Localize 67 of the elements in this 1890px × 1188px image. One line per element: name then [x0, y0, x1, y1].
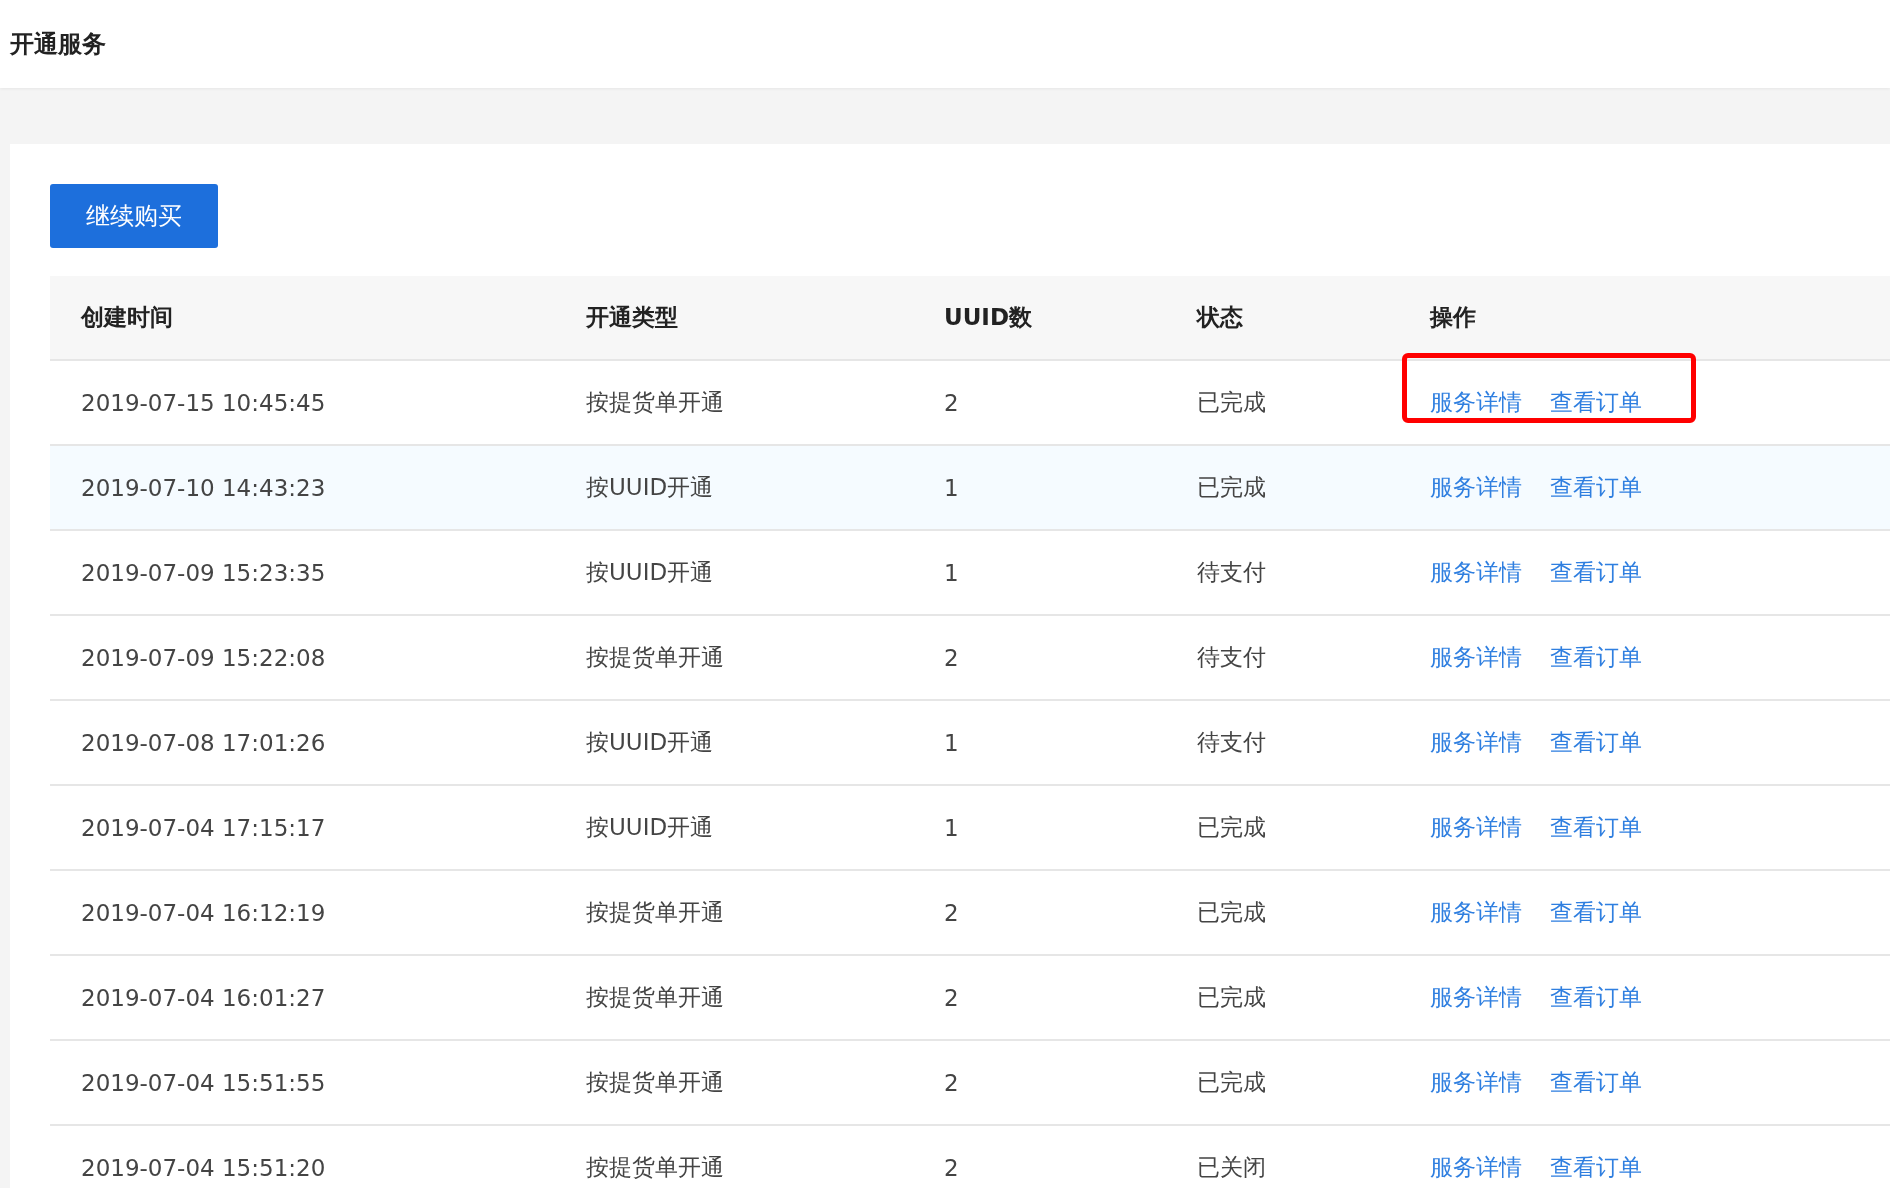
- action-link[interactable]: 查看订单: [1550, 557, 1642, 588]
- table-cell: 2: [944, 389, 959, 416]
- table-cell: 按提货单开通: [586, 644, 724, 670]
- table-cell: 已完成: [1197, 984, 1266, 1010]
- table-cell: 1: [944, 474, 959, 501]
- table-cell: 2019-07-04 15:51:20: [81, 1154, 326, 1181]
- action-link[interactable]: 服务详情: [1430, 897, 1522, 928]
- column-header: 开通类型: [586, 304, 678, 330]
- action-link[interactable]: 查看订单: [1550, 1067, 1642, 1098]
- table-cell: 2019-07-04 15:51:55: [81, 1069, 326, 1096]
- action-link[interactable]: 服务详情: [1430, 1067, 1522, 1098]
- table-cell: 2019-07-04 16:01:27: [81, 984, 326, 1011]
- table-cell: 按提货单开通: [586, 389, 724, 415]
- table-cell: 按提货单开通: [586, 984, 724, 1010]
- table-cell: 1: [944, 729, 959, 756]
- table-cell: 待支付: [1197, 559, 1266, 585]
- table-cell: 2: [944, 644, 959, 671]
- action-link[interactable]: 查看订单: [1550, 727, 1642, 758]
- table-cell: 按提货单开通: [586, 1154, 724, 1180]
- table-cell: 已完成: [1197, 814, 1266, 840]
- action-link[interactable]: 查看订单: [1550, 387, 1642, 418]
- action-link[interactable]: 服务详情: [1430, 812, 1522, 843]
- table-cell: 按UUID开通: [586, 729, 714, 755]
- table-cell: 待支付: [1197, 644, 1266, 670]
- table-cell: 按UUID开通: [586, 559, 714, 585]
- table-cell: 按提货单开通: [586, 1069, 724, 1095]
- column-header: 操作: [1430, 304, 1476, 330]
- action-link[interactable]: 服务详情: [1430, 642, 1522, 673]
- table-cell: 已完成: [1197, 899, 1266, 925]
- page-title: 开通服务: [10, 29, 106, 60]
- table-cell: 2019-07-08 17:01:26: [81, 729, 326, 756]
- table-cell: 2019-07-09 15:23:35: [81, 559, 326, 586]
- table-cell: 2: [944, 899, 959, 926]
- table-cell: 2019-07-15 10:45:45: [81, 389, 326, 416]
- table-cell: 2: [944, 1154, 959, 1181]
- action-link[interactable]: 查看订单: [1550, 982, 1642, 1013]
- table-cell: 已完成: [1197, 389, 1266, 415]
- action-link[interactable]: 服务详情: [1430, 557, 1522, 588]
- continue-purchase-button[interactable]: 继续购买: [50, 184, 218, 248]
- table-cell: 待支付: [1197, 729, 1266, 755]
- table-cell: 1: [944, 814, 959, 841]
- column-header: 状态: [1197, 304, 1243, 330]
- action-link[interactable]: 服务详情: [1430, 387, 1522, 418]
- table-cell: 2019-07-04 17:15:17: [81, 814, 326, 841]
- action-link[interactable]: 查看订单: [1550, 472, 1642, 503]
- table-cell: 2: [944, 1069, 959, 1096]
- table-cell: 2019-07-09 15:22:08: [81, 644, 326, 671]
- action-link[interactable]: 服务详情: [1430, 982, 1522, 1013]
- table-cell: 按UUID开通: [586, 474, 714, 500]
- table-cell: 已完成: [1197, 474, 1266, 500]
- column-header: UUID数: [944, 304, 1032, 330]
- table-cell: 2: [944, 984, 959, 1011]
- action-link[interactable]: 服务详情: [1430, 1152, 1522, 1183]
- table-cell: 2019-07-04 16:12:19: [81, 899, 326, 926]
- action-link[interactable]: 查看订单: [1550, 642, 1642, 673]
- action-link[interactable]: 服务详情: [1430, 472, 1522, 503]
- table-cell: 按UUID开通: [586, 814, 714, 840]
- table-cell: 2019-07-10 14:43:23: [81, 474, 326, 501]
- column-header: 创建时间: [81, 304, 173, 330]
- table-cell: 1: [944, 559, 959, 586]
- action-link[interactable]: 查看订单: [1550, 812, 1642, 843]
- action-link[interactable]: 查看订单: [1550, 897, 1642, 928]
- table-cell: 按提货单开通: [586, 899, 724, 925]
- table-cell: 已关闭: [1197, 1154, 1266, 1180]
- table-cell: 已完成: [1197, 1069, 1266, 1095]
- action-link[interactable]: 查看订单: [1550, 1152, 1642, 1183]
- action-link[interactable]: 服务详情: [1430, 727, 1522, 758]
